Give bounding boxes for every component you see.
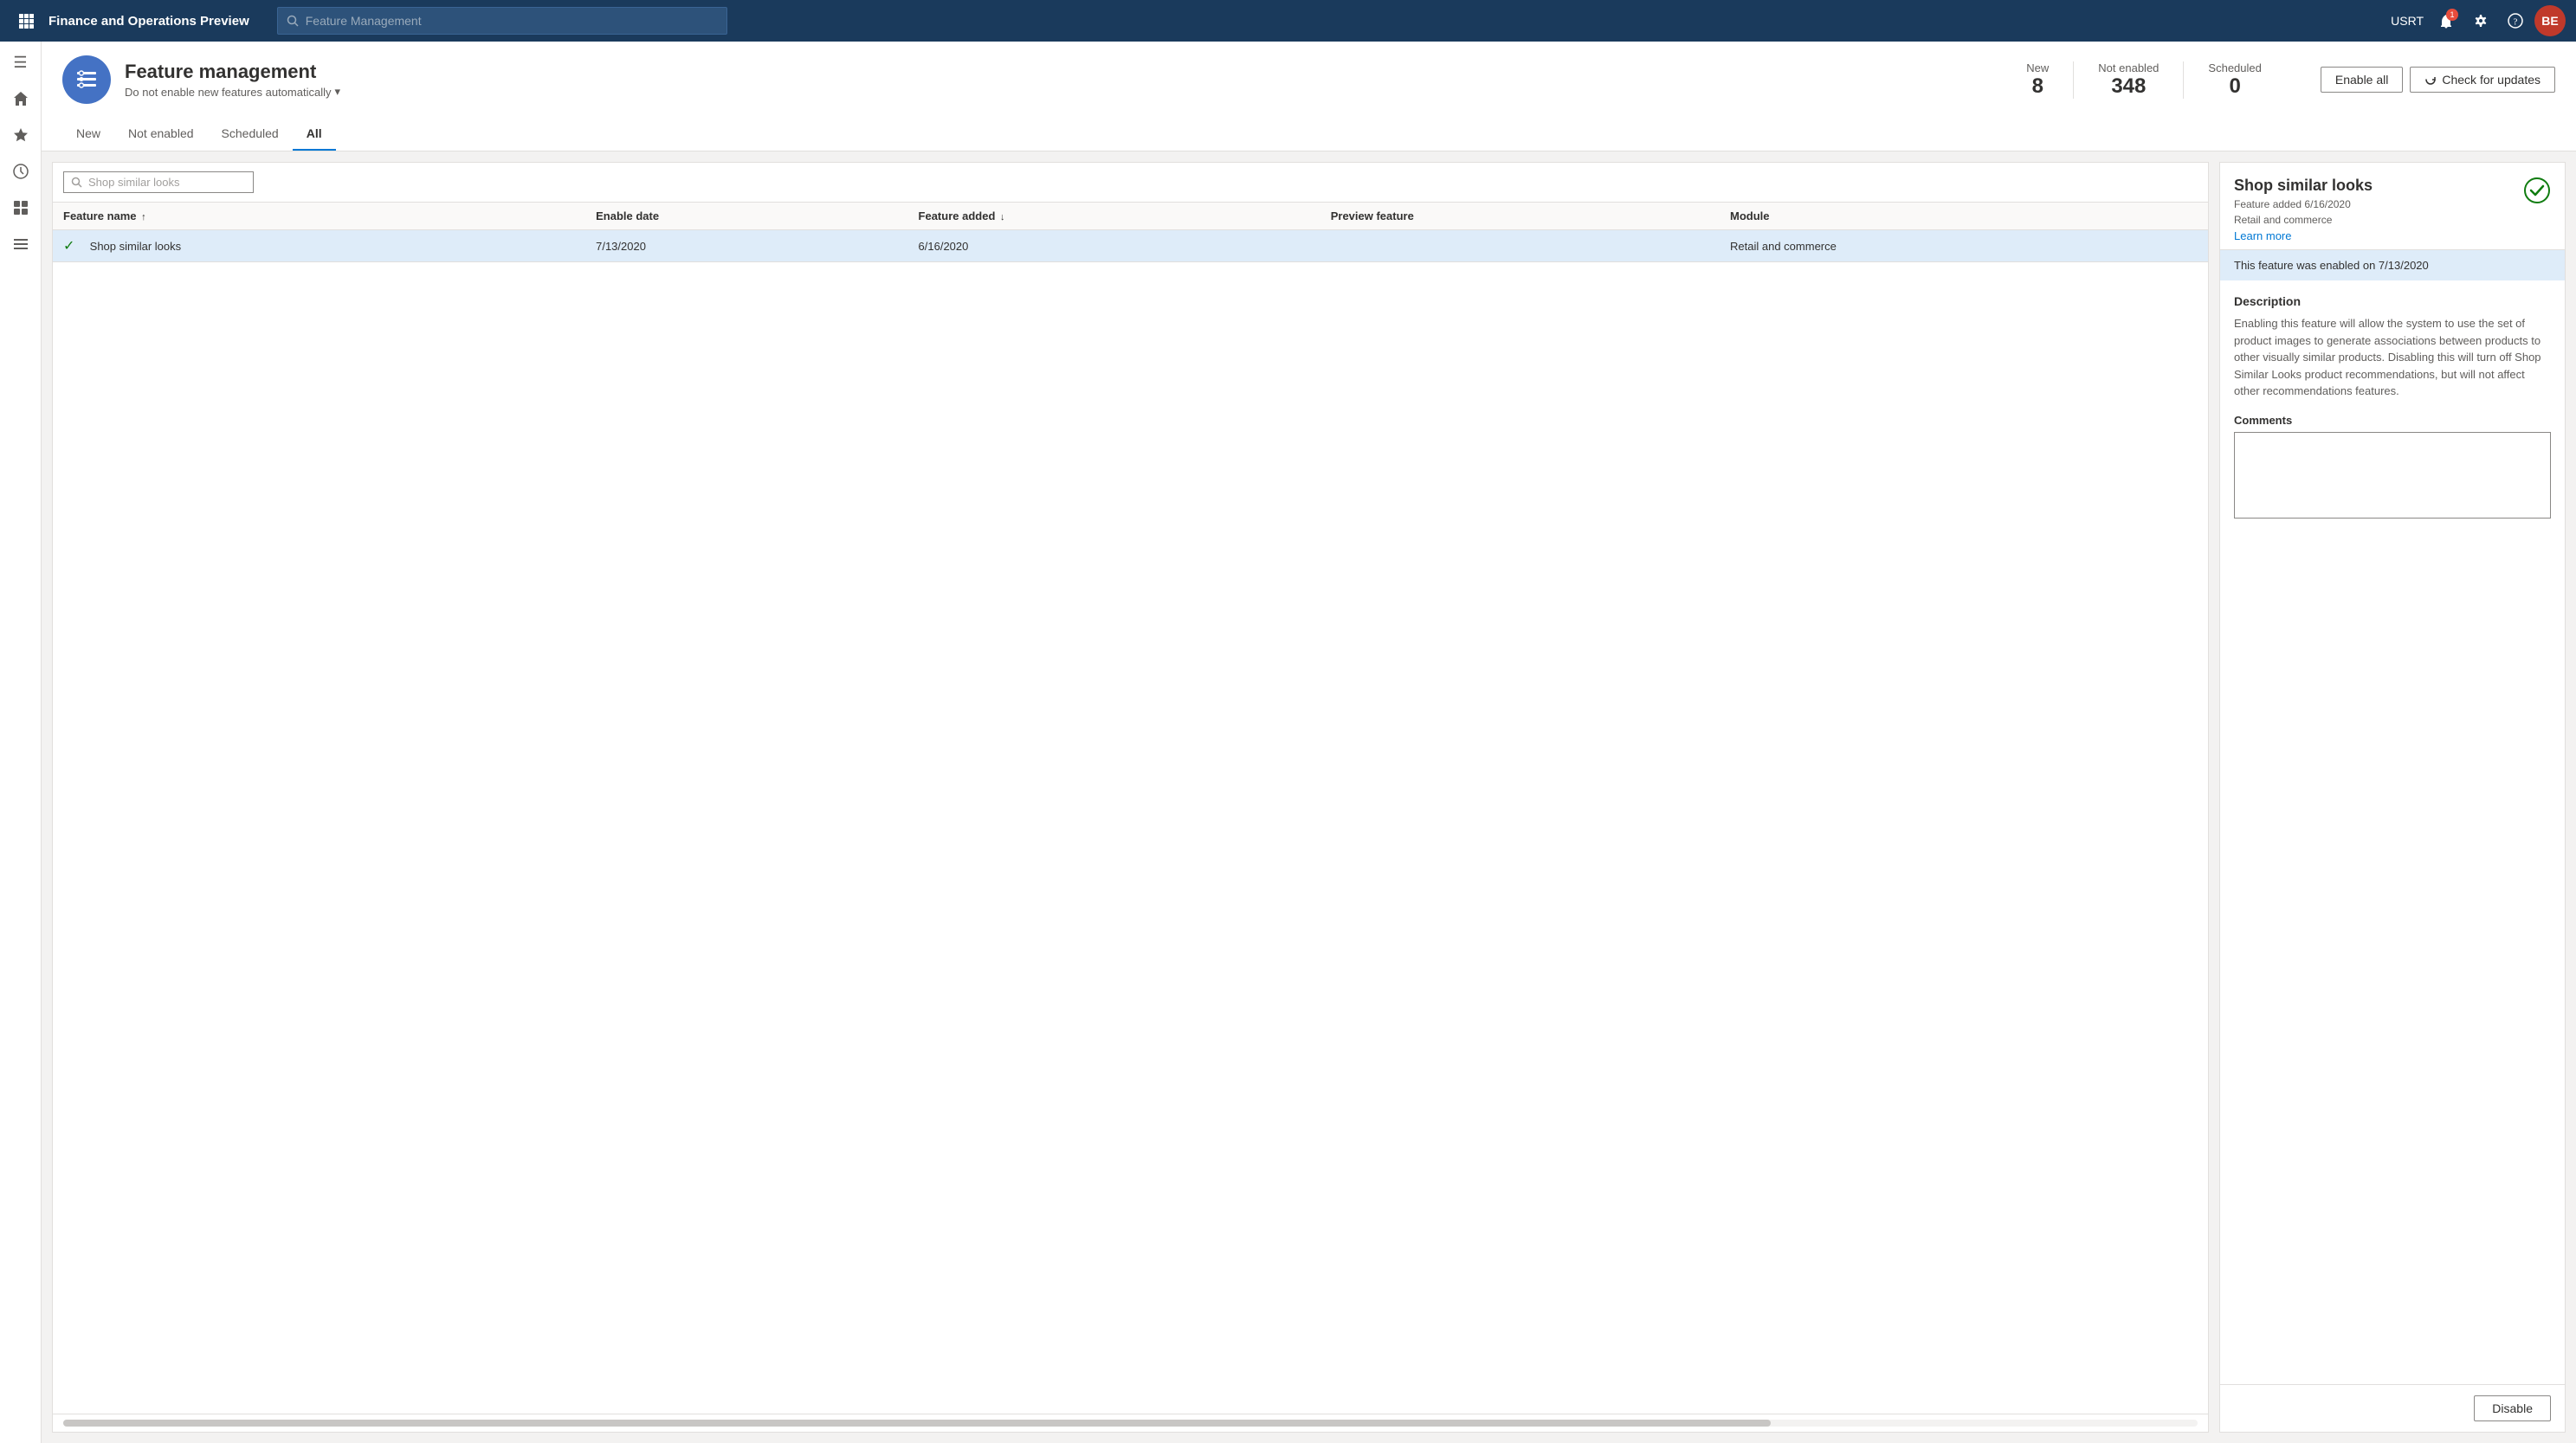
table-row[interactable]: ✓ Shop similar looks 7/13/2020 6/16/2020… [53, 230, 2208, 262]
subtitle-chevron-icon: ▾ [334, 85, 340, 99]
table-area: Feature name ↑ Enable date Feature added… [42, 151, 2576, 1443]
scrollbar-track [63, 1420, 2198, 1427]
username-label: USRT [2391, 14, 2424, 28]
feature-table: Feature name ↑ Enable date Feature added… [53, 203, 2208, 1414]
col-enable-date[interactable]: Enable date [585, 203, 907, 230]
sidebar-item-hamburger[interactable]: ☰ [3, 45, 38, 80]
sidebar-item-favorites[interactable] [3, 118, 38, 152]
search-input[interactable] [306, 14, 718, 28]
topnav-right: USRT 1 ? BE [2391, 5, 2566, 36]
table-header-row: Feature name ↑ Enable date Feature added… [53, 203, 2208, 230]
sidebar-item-modules[interactable] [3, 227, 38, 261]
col-module[interactable]: Module [1720, 203, 2208, 230]
learn-more-link[interactable]: Learn more [2234, 229, 2291, 242]
stat-new: New 8 [2002, 61, 2074, 99]
sort-desc-icon: ↓ [1000, 212, 1005, 222]
description-title: Description [2234, 294, 2551, 308]
description-text: Enabling this feature will allow the sys… [2234, 315, 2551, 400]
stat-not-enabled-value: 348 [2098, 74, 2159, 99]
notification-badge: 1 [2446, 9, 2458, 21]
page-title: Feature management [125, 61, 1988, 83]
main-content: Feature management Do not enable new fea… [42, 42, 2576, 1443]
search-bar [53, 163, 2208, 203]
feature-list-panel: Feature name ↑ Enable date Feature added… [52, 162, 2209, 1433]
detail-enabled-banner: This feature was enabled on 7/13/2020 [2220, 250, 2565, 280]
sidebar-item-recent[interactable] [3, 154, 38, 189]
page-subtitle[interactable]: Do not enable new features automatically… [125, 85, 1988, 99]
detail-header-text: Shop similar looks Feature added 6/16/20… [2234, 177, 2373, 242]
feature-enabled-icon [2523, 177, 2551, 204]
app-title: Finance and Operations Preview [48, 14, 249, 29]
stats-area: New 8 Not enabled 348 Scheduled 0 [2002, 61, 2286, 99]
stat-new-value: 8 [2026, 74, 2049, 99]
stat-not-enabled-label: Not enabled [2098, 61, 2159, 74]
col-feature-added[interactable]: Feature added ↓ [908, 203, 1320, 230]
disable-button[interactable]: Disable [2474, 1395, 2551, 1421]
page-header-top: Feature management Do not enable new fea… [62, 55, 2555, 114]
action-buttons: Enable all Check for updates [2321, 67, 2555, 93]
detail-body: Description Enabling this feature will a… [2220, 280, 2565, 1384]
cell-enable-date: 7/13/2020 [585, 230, 907, 262]
detail-header: Shop similar looks Feature added 6/16/20… [2220, 163, 2565, 250]
app-layout: ☰ [0, 42, 2576, 1443]
svg-text:?: ? [2514, 17, 2518, 28]
table-scrollbar[interactable] [53, 1414, 2208, 1432]
cell-feature-name: ✓ Shop similar looks [53, 230, 585, 262]
stat-new-label: New [2026, 61, 2049, 74]
tab-new[interactable]: New [62, 118, 114, 151]
detail-module: Retail and commerce [2234, 214, 2373, 226]
cell-feature-added: 6/16/2020 [908, 230, 1320, 262]
check-updates-button[interactable]: Check for updates [2410, 67, 2555, 93]
sidebar-item-home[interactable] [3, 81, 38, 116]
global-search [277, 7, 727, 35]
waffle-menu[interactable] [10, 5, 42, 36]
cell-preview-feature [1320, 230, 1720, 262]
notifications-button[interactable]: 1 [2431, 5, 2462, 36]
top-navigation: Finance and Operations Preview USRT 1 ? … [0, 0, 2576, 42]
feature-search-input[interactable] [88, 176, 246, 189]
feature-management-icon [62, 55, 111, 104]
settings-button[interactable] [2465, 5, 2496, 36]
feature-search-wrap [63, 171, 254, 193]
detail-feature-added: Feature added 6/16/2020 [2234, 198, 2373, 210]
help-button[interactable]: ? [2500, 5, 2531, 36]
tab-scheduled[interactable]: Scheduled [208, 118, 293, 151]
comments-label: Comments [2234, 414, 2551, 427]
enabled-status-icon: ✓ [63, 239, 74, 254]
scrollbar-thumb [63, 1420, 1771, 1427]
detail-title: Shop similar looks [2234, 177, 2373, 195]
stat-scheduled: Scheduled 0 [2184, 61, 2285, 99]
tabs: New Not enabled Scheduled All [62, 114, 2555, 151]
tab-not-enabled[interactable]: Not enabled [114, 118, 208, 151]
enable-all-button[interactable]: Enable all [2321, 67, 2404, 93]
sort-asc-icon: ↑ [141, 212, 146, 222]
stat-not-enabled: Not enabled 348 [2074, 61, 2184, 99]
stat-scheduled-value: 0 [2208, 74, 2261, 99]
col-feature-name[interactable]: Feature name ↑ [53, 203, 585, 230]
sidebar-item-workspaces[interactable] [3, 190, 38, 225]
tab-all[interactable]: All [293, 118, 336, 151]
page-header: Feature management Do not enable new fea… [42, 42, 2576, 151]
cell-module: Retail and commerce [1720, 230, 2208, 262]
user-avatar[interactable]: BE [2534, 5, 2566, 36]
col-preview-feature[interactable]: Preview feature [1320, 203, 1720, 230]
comments-textarea[interactable] [2234, 432, 2551, 519]
detail-footer: Disable [2220, 1384, 2565, 1432]
check-updates-label: Check for updates [2442, 73, 2540, 87]
detail-panel: Shop similar looks Feature added 6/16/20… [2219, 162, 2566, 1433]
page-title-area: Feature management Do not enable new fea… [125, 61, 1988, 99]
stat-scheduled-label: Scheduled [2208, 61, 2261, 74]
sidebar: ☰ [0, 42, 42, 1443]
